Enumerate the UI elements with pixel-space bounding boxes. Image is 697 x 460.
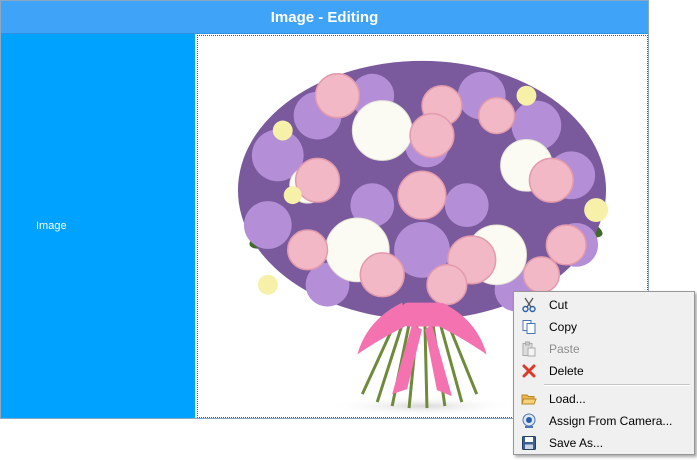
- delete-icon: [521, 363, 537, 379]
- menu-item-paste[interactable]: Paste: [516, 338, 692, 360]
- menu-item-label: Save As...: [549, 436, 604, 450]
- menu-item-label: Paste: [549, 342, 580, 356]
- image-field-label-panel: Image: [1, 34, 195, 418]
- menu-item-label: Assign From Camera...: [549, 414, 673, 428]
- menu-item-delete[interactable]: Delete: [516, 360, 692, 382]
- menu-separator: [544, 384, 690, 386]
- camera-icon: [521, 413, 537, 429]
- menu-item-label: Copy: [549, 320, 578, 334]
- floppy-disk-icon: [521, 435, 537, 451]
- window-title: Image - Editing: [1, 1, 648, 34]
- copy-icon: [521, 319, 537, 335]
- paste-icon: [521, 341, 537, 357]
- menu-item-cut[interactable]: Cut: [516, 294, 692, 316]
- menu-item-load[interactable]: Load...: [516, 388, 692, 410]
- context-menu: Cut Copy Paste Delete Load... Assign Fro…: [513, 291, 695, 455]
- menu-item-assign-from-camera[interactable]: Assign From Camera...: [516, 410, 692, 432]
- image-field-label: Image: [36, 220, 67, 232]
- menu-item-label: Delete: [549, 364, 584, 378]
- menu-item-label: Load...: [549, 392, 586, 406]
- menu-item-copy[interactable]: Copy: [516, 316, 692, 338]
- scissors-icon: [521, 297, 537, 313]
- menu-item-save-as[interactable]: Save As...: [516, 432, 692, 454]
- menu-item-label: Cut: [549, 298, 568, 312]
- folder-open-icon: [521, 391, 537, 407]
